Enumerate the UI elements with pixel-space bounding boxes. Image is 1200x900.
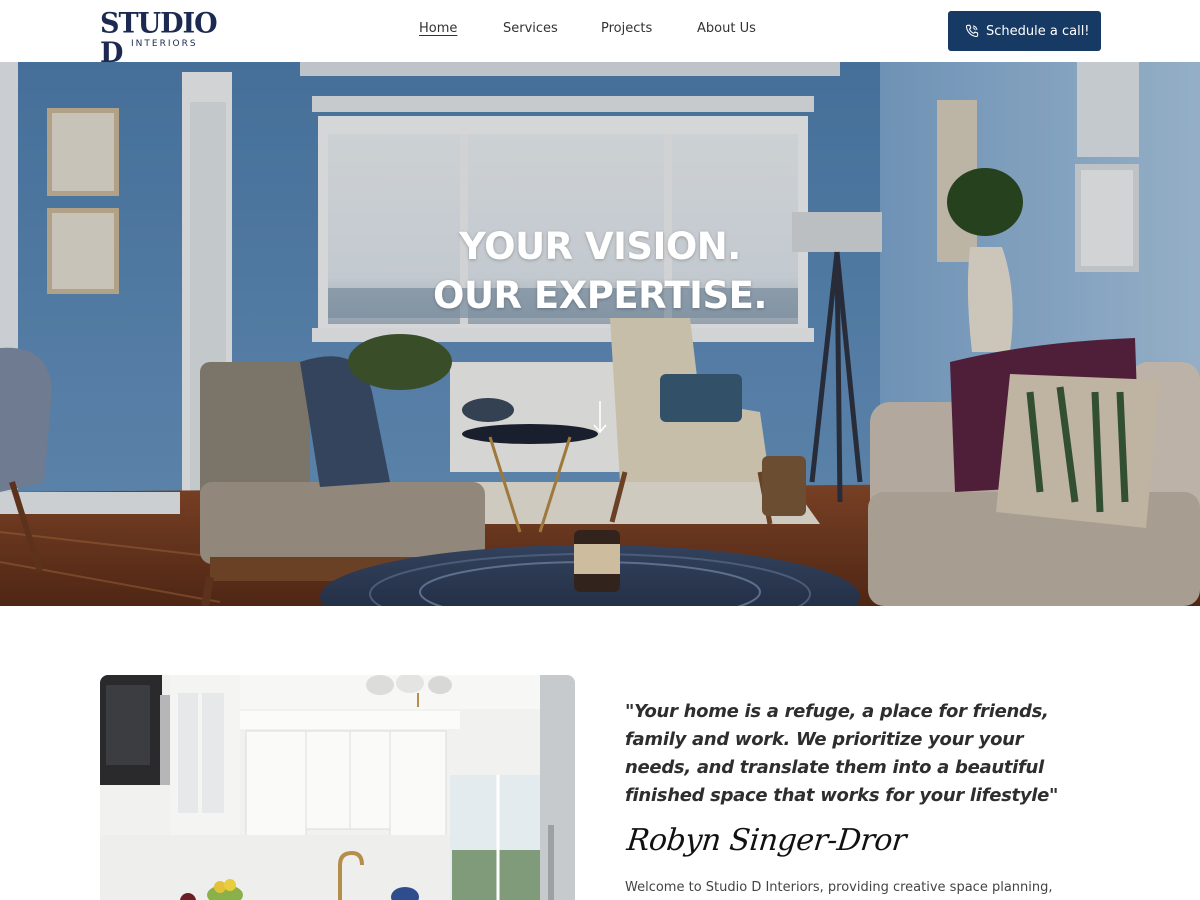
quote-line-2: family and work. We prioritize your your xyxy=(625,729,1024,750)
quote-line-3: needs, and translate them into a beautif… xyxy=(625,757,1044,778)
studio-d-logo[interactable]: STUDIO D INTERIORS xyxy=(100,9,224,68)
kitchen-photo xyxy=(100,675,575,900)
nav-services[interactable]: Services xyxy=(503,21,558,36)
quote-line-1: "Your home is a refuge, a place for frie… xyxy=(625,701,1049,722)
hero-headline-line-1: YOUR VISION. xyxy=(459,225,741,268)
welcome-paragraph: Welcome to Studio D Interiors, providing… xyxy=(625,880,1053,895)
nav-home[interactable]: Home xyxy=(419,21,457,36)
founder-signature: Robyn Singer-Dror xyxy=(625,823,908,858)
schedule-call-button[interactable]: Schedule a call! xyxy=(948,11,1101,51)
arrow-down-icon[interactable] xyxy=(593,400,607,434)
hero-section: YOUR VISION. OUR EXPERTISE. xyxy=(0,62,1200,606)
schedule-call-label: Schedule a call! xyxy=(986,23,1090,39)
quote-line-4: finished space that works for your lifes… xyxy=(625,785,1059,806)
site-header: STUDIO D INTERIORS Home Services Project… xyxy=(0,0,1200,68)
hero-headline-line-2: OUR EXPERTISE. xyxy=(433,274,767,317)
nav-about-us[interactable]: About Us xyxy=(697,21,756,36)
kitchen-image xyxy=(100,675,575,900)
nav-projects[interactable]: Projects xyxy=(601,21,652,36)
living-room-photo xyxy=(0,62,1200,606)
phone-icon xyxy=(965,24,979,38)
logo-subtitle: INTERIORS xyxy=(131,39,198,49)
